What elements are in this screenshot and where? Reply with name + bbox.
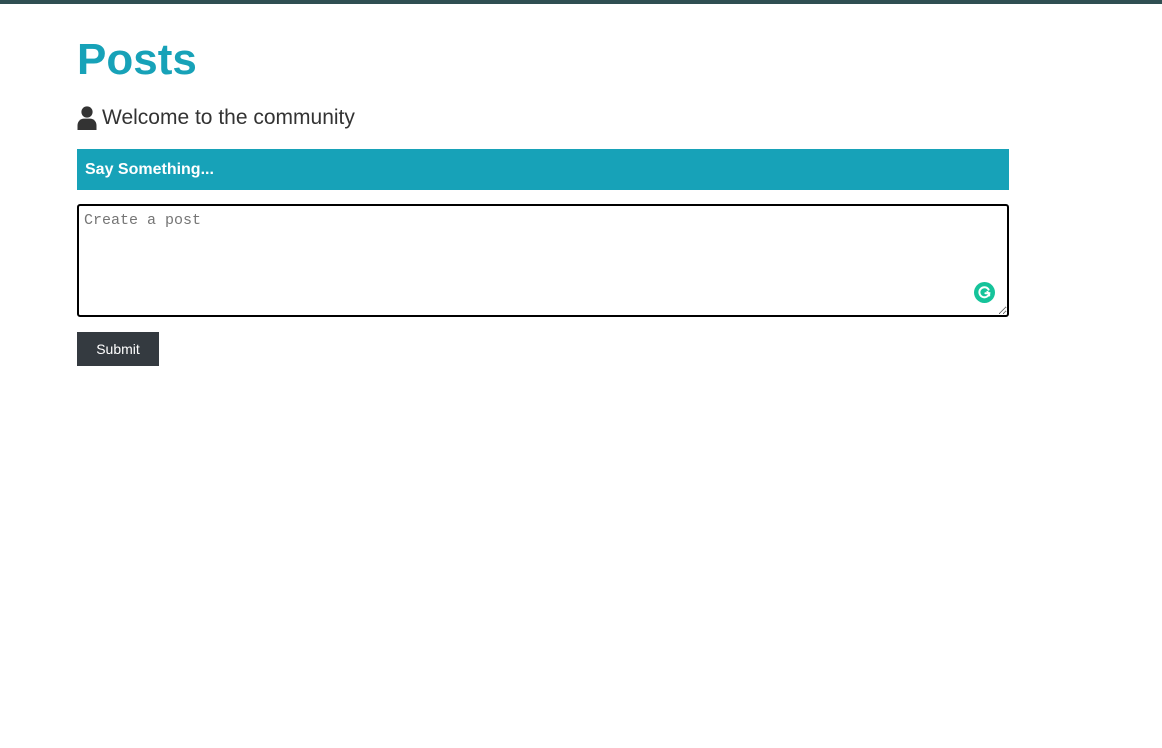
say-something-label: Say Something... — [85, 160, 214, 178]
welcome-lead: Welcome to the community — [77, 104, 355, 132]
say-something-header: Say Something... — [77, 149, 1009, 190]
page-title: Posts — [77, 35, 197, 84]
submit-button[interactable]: Submit — [77, 332, 159, 366]
user-icon — [77, 106, 97, 130]
create-post-textarea[interactable] — [77, 204, 1009, 317]
grammarly-icon[interactable] — [974, 282, 995, 303]
top-accent-bar — [0, 0, 1162, 4]
welcome-text: Welcome to the community — [102, 106, 355, 129]
